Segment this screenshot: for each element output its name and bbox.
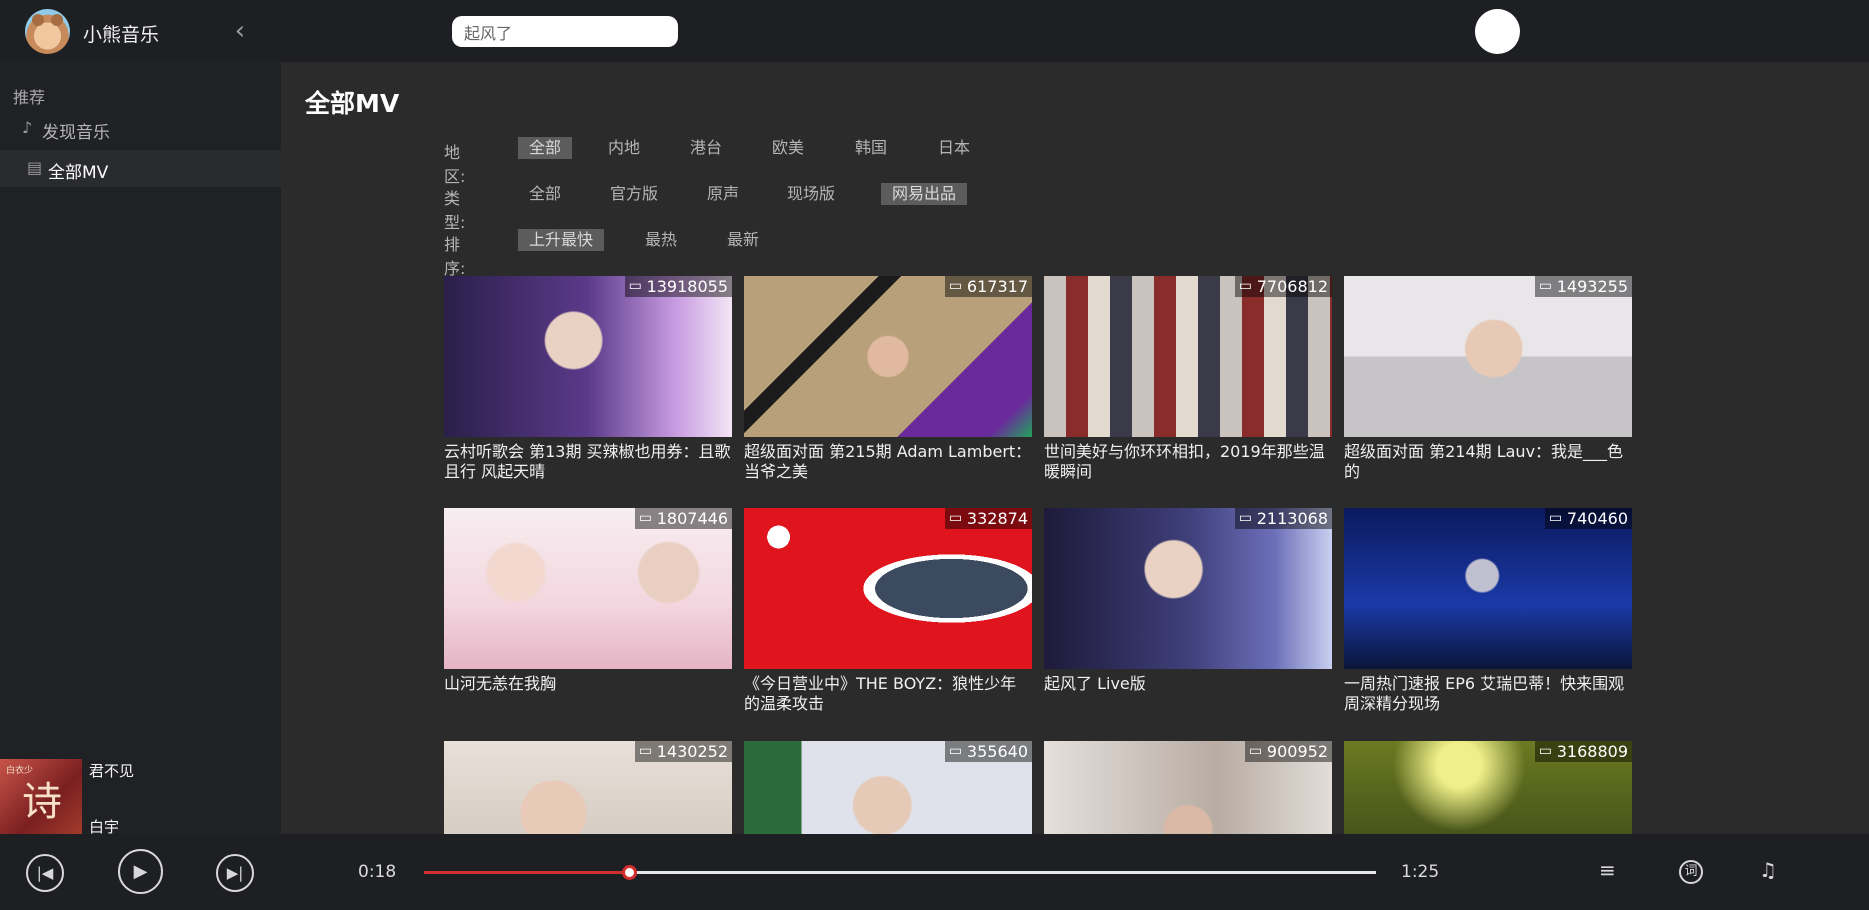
lyrics-icon[interactable]: 词	[1679, 860, 1703, 884]
skip-next-icon[interactable]: ▶|	[216, 854, 254, 892]
video-camera-icon: ▭	[1238, 510, 1252, 526]
play-count-badge: ▭ 2113068	[1234, 508, 1332, 529]
skip-previous-icon[interactable]: |◀	[26, 854, 64, 892]
now-playing-title: 君不见	[89, 762, 135, 780]
mv-title[interactable]: 世间美好与你环环相扣，2019年那些温暖瞬间	[1044, 442, 1332, 482]
sidebar-item-label: 全部MV	[48, 163, 109, 183]
video-camera-icon: ▭	[1238, 278, 1252, 294]
filter-option-region-japan[interactable]: 日本	[927, 137, 981, 159]
filter-option-region-korea[interactable]: 韩国	[844, 137, 898, 159]
play-icon[interactable]: ▶	[118, 849, 163, 894]
filter-option-type-netease[interactable]: 网易出品	[881, 183, 968, 205]
filter-option-region-mainland[interactable]: 内地	[597, 137, 651, 159]
video-camera-icon: ▭	[628, 278, 642, 294]
filter-label: 地区:	[444, 143, 466, 186]
video-camera-icon: ▭	[948, 278, 963, 294]
mv-title[interactable]: 起风了 Live版	[1044, 674, 1332, 694]
play-count-badge: ▭ 1493255	[1534, 276, 1632, 297]
filter-option-region-all[interactable]: 全部	[518, 137, 573, 159]
filter-option-type-original[interactable]: 原声	[696, 183, 750, 205]
play-count-badge: ▭ 740460	[1544, 508, 1632, 529]
mv-thumbnail[interactable]: ▭ 332874	[744, 508, 1032, 669]
filter-option-type-all[interactable]: 全部	[518, 183, 572, 205]
top-bar: 小熊音乐 ‹	[0, 0, 1869, 62]
filter-label: 排序:	[444, 235, 466, 278]
mv-thumbnail[interactable]: ▭ 1493255	[1344, 276, 1632, 437]
video-camera-icon: ▭	[638, 743, 652, 759]
avatar[interactable]	[1475, 9, 1520, 54]
total-time: 1:25	[1401, 862, 1440, 882]
sidebar-item-label: 发现音乐	[42, 123, 110, 143]
playlist-add-icon[interactable]: ≡	[1599, 858, 1616, 882]
sidebar: 推荐 ♪ 发现音乐 ▤ 全部MV	[0, 62, 281, 834]
mv-thumbnail[interactable]: ▭ 1807446	[444, 508, 732, 669]
player-bar: |◀ ▶ ▶| 0:18 1:25 ≡ 词 ♫	[0, 834, 1869, 910]
music-note-icon: ♪	[22, 118, 33, 137]
cover-text: 诗	[22, 779, 62, 825]
play-count-badge: ▭ 7706812	[1234, 276, 1332, 297]
filter-option-type-live[interactable]: 现场版	[776, 183, 846, 205]
mv-thumbnail[interactable]: ▭ 7706812	[1044, 276, 1332, 437]
filter-option-sort-new[interactable]: 最新	[716, 229, 770, 251]
filter-option-region-hktw[interactable]: 港台	[679, 137, 733, 159]
document-icon: ▤	[27, 158, 43, 177]
mv-thumbnail[interactable]: ▭ 617317	[744, 276, 1032, 437]
sidebar-heading: 推荐	[13, 88, 46, 107]
filter-label: 类型:	[444, 189, 466, 232]
video-camera-icon: ▭	[1538, 278, 1552, 294]
sidebar-item-discover-music[interactable]: ♪ 发现音乐	[0, 110, 281, 147]
chevron-left-icon[interactable]: ‹	[228, 16, 252, 46]
play-count-badge: ▭ 355640	[944, 741, 1032, 762]
mv-title[interactable]: 超级面对面 第214期 Lauv：我是___色的	[1344, 442, 1632, 482]
video-camera-icon: ▭	[1248, 743, 1263, 759]
video-camera-icon: ▭	[638, 510, 652, 526]
play-count-badge: ▭ 1807446	[634, 508, 732, 529]
filter-option-sort-hot[interactable]: 最热	[634, 229, 688, 251]
play-count-badge: ▭ 617317	[944, 276, 1032, 297]
page-title: 全部MV	[305, 89, 400, 118]
mv-thumbnail[interactable]: ▭ 740460	[1344, 508, 1632, 669]
mv-thumbnail[interactable]: ▭ 2113068	[1044, 508, 1332, 669]
play-count-badge: ▭ 900952	[1244, 741, 1332, 762]
mv-thumbnail[interactable]: ▭ 3168809	[1344, 741, 1632, 834]
app-name: 小熊音乐	[83, 24, 160, 46]
main-content: 全部MV 地区: 全部 内地 港台 欧美 韩国 日本 类型: 全部 官方版 原声…	[281, 62, 1869, 834]
mv-thumbnail[interactable]: ▭ 355640	[744, 741, 1032, 834]
mv-title[interactable]: 山河无恙在我胸	[444, 674, 732, 694]
video-camera-icon: ▭	[948, 510, 963, 526]
filter-option-type-official[interactable]: 官方版	[599, 183, 669, 205]
video-camera-icon: ▭	[1548, 510, 1563, 526]
queue-music-icon[interactable]: ♫	[1759, 858, 1777, 882]
search-input[interactable]	[452, 16, 678, 47]
video-camera-icon: ▭	[1538, 743, 1552, 759]
mv-title[interactable]: 超级面对面 第215期 Adam Lambert：当爷之美	[744, 442, 1032, 482]
mv-thumbnail[interactable]: ▭ 1430252	[444, 741, 732, 834]
video-camera-icon: ▭	[948, 743, 963, 759]
play-count-badge: ▭ 13918055	[624, 276, 732, 297]
filter-option-region-west[interactable]: 欧美	[761, 137, 815, 159]
play-count-badge: ▭ 1430252	[634, 741, 732, 762]
app-logo	[25, 9, 70, 54]
play-count-badge: ▭ 3168809	[1534, 741, 1632, 762]
sidebar-item-all-mv[interactable]: ▤ 全部MV	[0, 150, 281, 187]
mv-title[interactable]: 云村听歌会 第13期 买辣椒也用券：且歌且行 风起天晴	[444, 442, 732, 482]
progress-handle[interactable]	[621, 865, 637, 880]
progress-slider[interactable]	[424, 865, 1376, 880]
filter-option-sort-rising[interactable]: 上升最快	[518, 229, 605, 251]
progress-fill	[424, 871, 629, 874]
mv-thumbnail[interactable]: ▭ 13918055	[444, 276, 732, 437]
mv-thumbnail[interactable]: ▭ 900952	[1044, 741, 1332, 834]
now-playing-cover[interactable]: 白衣少 诗	[0, 759, 82, 834]
play-count-badge: ▭ 332874	[944, 508, 1032, 529]
current-time: 0:18	[358, 862, 397, 882]
mv-title[interactable]: 一周热门速报 EP6 艾瑞巴蒂！快来围观周深精分现场	[1344, 674, 1632, 714]
mv-title[interactable]: 《今日营业中》THE BOYZ：狼性少年的温柔攻击	[744, 674, 1032, 714]
